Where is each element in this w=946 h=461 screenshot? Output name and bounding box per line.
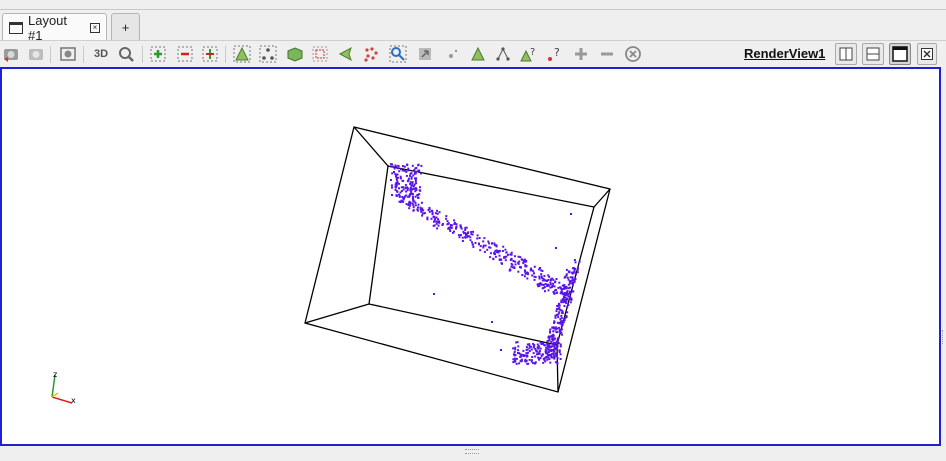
interactive-select-icon[interactable] bbox=[337, 45, 355, 63]
axis-z-label: z bbox=[53, 370, 57, 379]
undo-camera-icon[interactable] bbox=[27, 45, 45, 63]
query-cell-icon[interactable]: ? bbox=[519, 45, 537, 63]
zoom-out-icon[interactable] bbox=[176, 45, 194, 63]
render-view-name: RenderView1 bbox=[744, 46, 826, 61]
render-view[interactable]: x z bbox=[0, 67, 941, 446]
add-layout-tab[interactable]: + bbox=[111, 13, 140, 40]
hover-cell-icon[interactable] bbox=[469, 45, 487, 63]
hover-point-icon[interactable] bbox=[494, 45, 512, 63]
add-layout-icon: + bbox=[121, 19, 130, 35]
select-cells-on-icon[interactable] bbox=[233, 45, 251, 63]
maximize-view-button[interactable] bbox=[889, 43, 911, 65]
render-scene: x z bbox=[51, 126, 611, 405]
capture-screenshot-icon[interactable] bbox=[59, 45, 77, 63]
shrink-selection-icon[interactable] bbox=[445, 45, 463, 63]
orientation-axes-icon: x z bbox=[51, 370, 76, 405]
select-frustum-icon[interactable] bbox=[286, 45, 304, 63]
hover-points-icon[interactable] bbox=[389, 45, 407, 63]
splitter-handle[interactable] bbox=[465, 449, 479, 454]
axis-x-label: x bbox=[71, 396, 76, 405]
close-view-button[interactable] bbox=[917, 43, 937, 65]
select-points-polygon-icon[interactable] bbox=[362, 45, 380, 63]
split-vertical-icon bbox=[866, 47, 880, 61]
zoom-in-icon[interactable] bbox=[149, 45, 167, 63]
window-icon bbox=[9, 21, 23, 34]
side-splitter-handle[interactable] bbox=[942, 330, 946, 344]
split-vertical-button[interactable] bbox=[862, 43, 884, 65]
select-block-icon[interactable] bbox=[311, 45, 329, 63]
tab-layout-1[interactable]: Layout #1 × bbox=[2, 12, 107, 43]
split-horizontal-icon bbox=[839, 47, 853, 61]
close-view-icon bbox=[921, 48, 933, 60]
tab-layout-1-label: Layout #1 bbox=[27, 12, 68, 43]
subtract-selection-icon[interactable] bbox=[598, 45, 616, 63]
svg-text:?: ? bbox=[554, 46, 560, 59]
clear-selection-icon[interactable] bbox=[624, 45, 642, 63]
zoom-to-box-icon[interactable] bbox=[117, 45, 135, 63]
maximize-icon bbox=[892, 46, 908, 62]
bounding-frame bbox=[304, 126, 611, 393]
query-point-icon[interactable]: ? bbox=[545, 45, 563, 63]
close-tab-icon[interactable]: × bbox=[90, 22, 100, 33]
layout-tab-bar: Layout #1 × + bbox=[0, 10, 946, 43]
add-selection-icon[interactable] bbox=[572, 45, 590, 63]
menu-strip-remnant bbox=[0, 0, 946, 10]
svg-text:?: ? bbox=[530, 47, 535, 58]
grow-selection-icon[interactable] bbox=[416, 45, 434, 63]
mode-3d-button[interactable]: 3D bbox=[90, 45, 112, 63]
view-toolbar: 3D ? ? RenderView1 bbox=[0, 40, 946, 68]
select-points-on-icon[interactable] bbox=[259, 45, 277, 63]
split-horizontal-button[interactable] bbox=[835, 43, 857, 65]
zoom-closest-icon[interactable] bbox=[201, 45, 219, 63]
point-cloud bbox=[390, 163, 581, 365]
reset-camera-icon[interactable] bbox=[2, 45, 20, 63]
